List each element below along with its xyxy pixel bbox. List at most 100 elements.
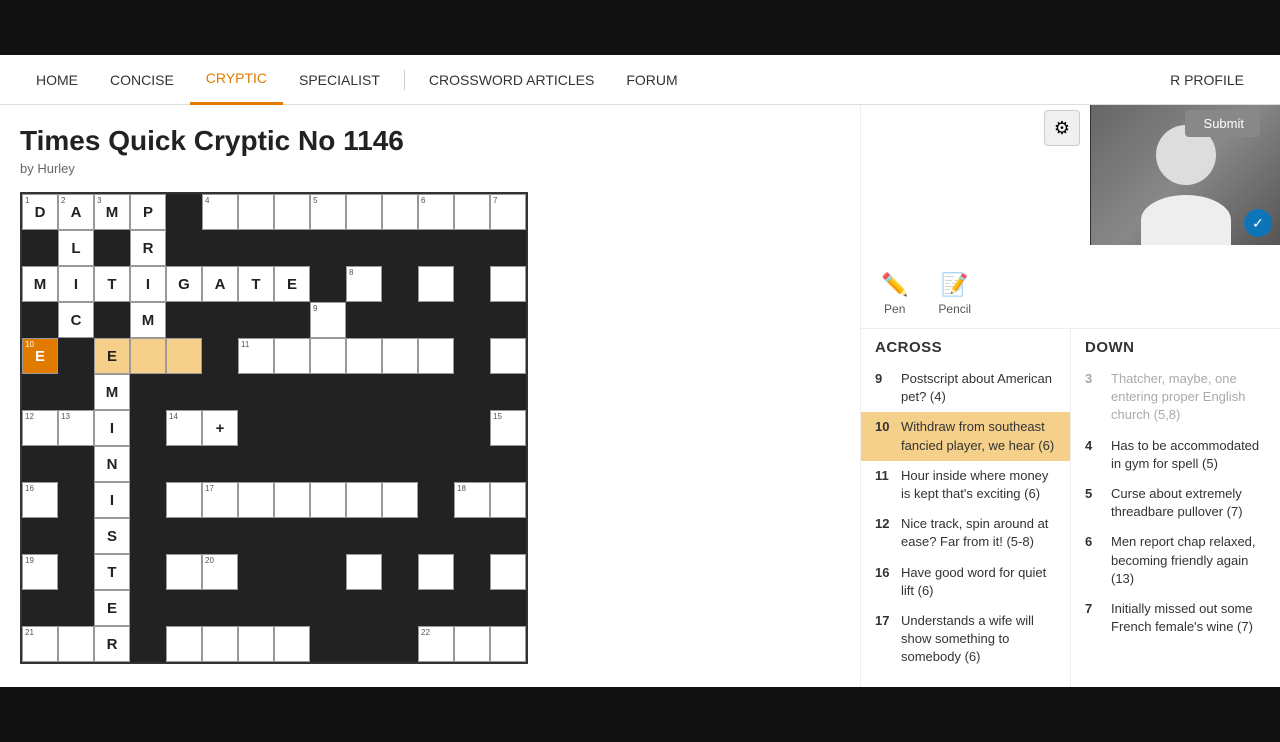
pencil-tool[interactable]: 📝 Pencil [938, 272, 971, 316]
cell-1-14[interactable]: 7 [490, 194, 526, 230]
cell-3-5[interactable]: G [166, 266, 202, 302]
cell-13-3[interactable]: R [94, 626, 130, 662]
cell-9-11[interactable] [382, 482, 418, 518]
cell-1-9[interactable]: 5 [310, 194, 346, 230]
clue-across-16[interactable]: 16 Have good word for quiet lift (6) [861, 558, 1070, 606]
clue-across-17[interactable]: 17 Understands a wife will show somethin… [861, 606, 1070, 673]
cell-11-5[interactable] [166, 554, 202, 590]
cell-1-8[interactable] [274, 194, 310, 230]
cell-5-9[interactable] [310, 338, 346, 374]
cell-9-9[interactable] [310, 482, 346, 518]
cell-13-5[interactable] [166, 626, 202, 662]
clue-across-12[interactable]: 12 Nice track, spin around at ease? Far … [861, 509, 1070, 557]
nav-specialist[interactable]: SPECIALIST [283, 55, 396, 105]
cell-1-6[interactable]: 4 [202, 194, 238, 230]
nav-forum[interactable]: FORUM [610, 55, 693, 105]
cell-3-7[interactable]: T [238, 266, 274, 302]
cell-1-12[interactable]: 6 [418, 194, 454, 230]
clue-down-5[interactable]: 5 Curse about extremely threadbare pullo… [1071, 479, 1280, 527]
cell-4-4[interactable]: M [130, 302, 166, 338]
cell-11-14[interactable] [490, 554, 526, 590]
cell-7-2[interactable]: 13 [58, 410, 94, 446]
cell-1-1[interactable]: 1D [22, 194, 58, 230]
clue-down-7[interactable]: 7 Initially missed out some French femal… [1071, 594, 1280, 642]
cell-11-12[interactable] [418, 554, 454, 590]
cell-1-11[interactable] [382, 194, 418, 230]
cell-5-1[interactable]: 10E [22, 338, 58, 374]
cell-9-6[interactable]: 17 [202, 482, 238, 518]
cell-13-1[interactable]: 21 [22, 626, 58, 662]
cell-13-8[interactable] [274, 626, 310, 662]
cell-5-10[interactable] [346, 338, 382, 374]
cell-11-3[interactable]: T [94, 554, 130, 590]
cell-5-8[interactable] [274, 338, 310, 374]
cell-7-6[interactable]: + [202, 410, 238, 446]
clue-down-3[interactable]: 3 Thatcher, maybe, one entering proper E… [1071, 364, 1280, 431]
cell-3-8[interactable]: E [274, 266, 310, 302]
cell-9-7[interactable] [238, 482, 274, 518]
cell-6-3[interactable]: M [94, 374, 130, 410]
cell-7-1[interactable]: 12 [22, 410, 58, 446]
cell-1-4[interactable]: P [130, 194, 166, 230]
cell-5-12[interactable] [418, 338, 454, 374]
clue-down-6[interactable]: 6 Men report chap relaxed, becoming frie… [1071, 527, 1280, 594]
cell-11-1[interactable]: 19 [22, 554, 58, 590]
submit-button[interactable]: Submit [1185, 110, 1260, 137]
cell-1-13[interactable] [454, 194, 490, 230]
cell-4-2[interactable]: C [58, 302, 94, 338]
cell-5-5[interactable] [166, 338, 202, 374]
cell-1-3[interactable]: 3M [94, 194, 130, 230]
cell-12-3[interactable]: E [94, 590, 130, 626]
cell-5-14[interactable] [490, 338, 526, 374]
cell-9-13[interactable]: 18 [454, 482, 490, 518]
clue-across-11[interactable]: 11 Hour inside where money is kept that'… [861, 461, 1070, 509]
cell-3-4[interactable]: I [130, 266, 166, 302]
cell-13-14[interactable] [490, 626, 526, 662]
video-check-button[interactable]: ✓ [1244, 209, 1272, 237]
nav-cryptic[interactable]: CRYPTIC [190, 55, 283, 105]
cell-13-7[interactable] [238, 626, 274, 662]
cell-9-14[interactable] [490, 482, 526, 518]
cell-7-14[interactable]: 15 [490, 410, 526, 446]
cell-9-3[interactable]: I [94, 482, 130, 518]
clue-down-4[interactable]: 4 Has to be accommodated in gym for spel… [1071, 431, 1280, 479]
cell-3-3[interactable]: T [94, 266, 130, 302]
cell-13-6[interactable] [202, 626, 238, 662]
cell-5-7[interactable]: 11 [238, 338, 274, 374]
cell-9-5[interactable] [166, 482, 202, 518]
cell-13-2[interactable] [58, 626, 94, 662]
cell-5-4[interactable] [130, 338, 166, 374]
gear-button[interactable]: ⚙ [1044, 110, 1080, 146]
cell-1-2[interactable]: 2A [58, 194, 94, 230]
cell-11-10[interactable] [346, 554, 382, 590]
cell-1-10[interactable] [346, 194, 382, 230]
cell-4-9[interactable]: 9 [310, 302, 346, 338]
cell-9-10[interactable] [346, 482, 382, 518]
cell-9-8[interactable] [274, 482, 310, 518]
cell-10-3[interactable]: S [94, 518, 130, 554]
cell-3-12[interactable] [418, 266, 454, 302]
cell-1-7[interactable] [238, 194, 274, 230]
cell-13-13[interactable] [454, 626, 490, 662]
nav-crossword-articles[interactable]: CROSSWORD ARTICLES [413, 55, 610, 105]
cell-7-3[interactable]: I [94, 410, 130, 446]
pen-tool[interactable]: ✏️ Pen [881, 272, 908, 316]
cell-13-12[interactable]: 22 [418, 626, 454, 662]
cell-5-3[interactable]: E [94, 338, 130, 374]
nav-profile[interactable]: R PROFILE [1154, 55, 1260, 105]
cell-2-4[interactable]: R [130, 230, 166, 266]
cell-5-11[interactable] [382, 338, 418, 374]
cell-3-10[interactable]: 8 [346, 266, 382, 302]
cell-11-6[interactable]: 20 [202, 554, 238, 590]
clue-across-10[interactable]: 10 Withdraw from southeast fancied playe… [861, 412, 1070, 460]
nav-concise[interactable]: CONCISE [94, 55, 190, 105]
cell-3-6[interactable]: A [202, 266, 238, 302]
nav-home[interactable]: HOME [20, 55, 94, 105]
clue-across-9[interactable]: 9 Postscript about American pet? (4) [861, 364, 1070, 412]
cell-3-2[interactable]: I [58, 266, 94, 302]
cell-7-5[interactable]: 14 [166, 410, 202, 446]
cell-3-1[interactable]: M [22, 266, 58, 302]
cell-2-2[interactable]: L [58, 230, 94, 266]
crossword-grid[interactable]: 1D 2A 3M P 4 5 6 7 [20, 192, 528, 664]
cell-8-3[interactable]: N [94, 446, 130, 482]
